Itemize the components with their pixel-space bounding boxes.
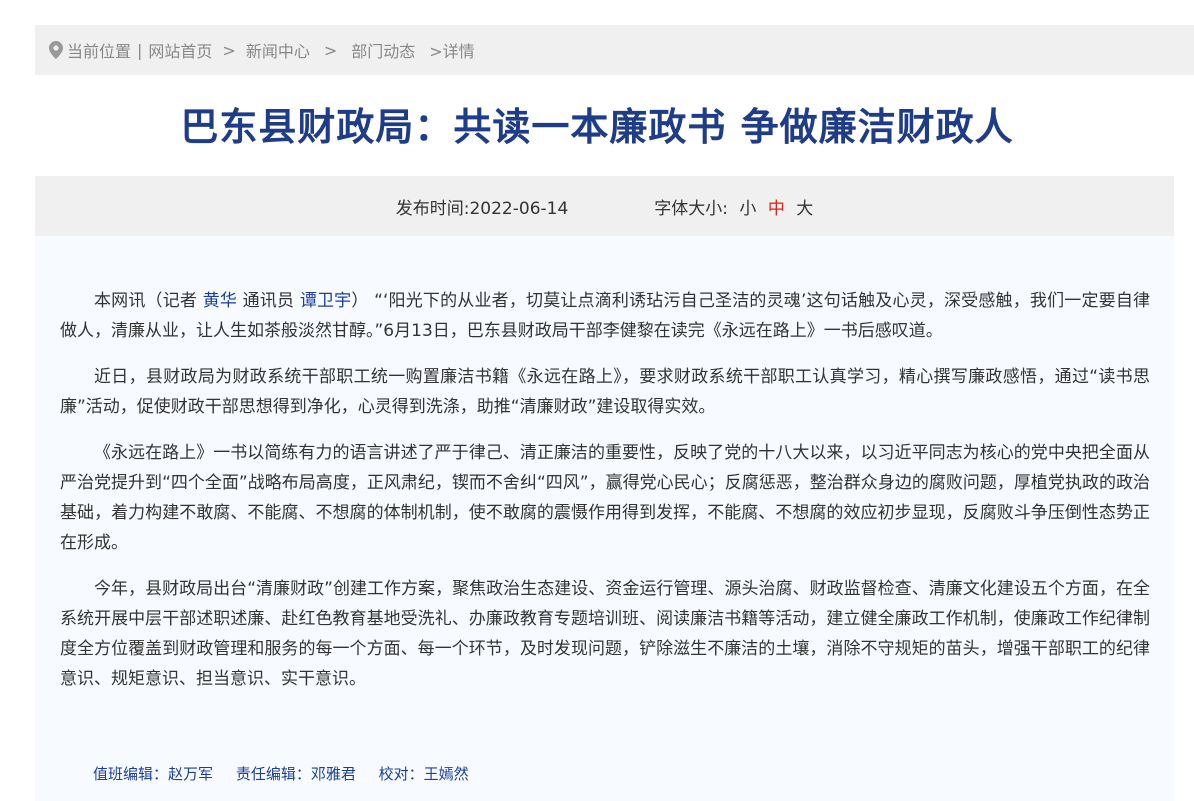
breadcrumb-separator: > [323, 40, 338, 60]
duty-editor-label: 值班编辑： [93, 765, 169, 783]
article-title: 巴东县财政局：共读一本廉政书 争做廉洁财政人 [180, 105, 1014, 149]
publish-date: 2022-06-14 [469, 198, 569, 219]
publish-date-label: 发布时间: [395, 198, 470, 219]
breadcrumb: 当前位置 | 网站首页 > 新闻中心 > 部门动态 >详情 [35, 25, 1194, 75]
page: 当前位置 | 网站首页 > 新闻中心 > 部门动态 >详情 巴东县财政局：共读一… [0, 0, 1194, 801]
responsible-editor-label: 责任编辑： [235, 765, 311, 783]
responsible-editor-name: 邓雅君 [310, 765, 356, 783]
publish-date-group: 发布时间:2022-06-14 [396, 194, 569, 219]
breadcrumb-divider: | [137, 40, 143, 60]
article-paragraph: 本网讯（记者 黄华 通讯员 谭卫宇） “‘阳光下的从业者，切莫让点滴利诱玷污自己… [60, 286, 1150, 346]
font-size-controls: 字体大小: 小 中 大 [654, 194, 813, 219]
breadcrumb-news-link[interactable]: 新闻中心 [246, 38, 310, 62]
breadcrumb-detail: >详情 [429, 42, 475, 61]
article-paragraph: 《永远在路上》一书以简练有力的语言讲述了严于律己、清正廉洁的重要性，反映了党的十… [60, 443, 1150, 553]
correspondent-link[interactable]: 谭卫宇 [300, 291, 352, 311]
duty-editor-name: 赵万军 [168, 765, 214, 783]
font-size-small-button[interactable]: 小 [739, 199, 756, 219]
article-meta-bar: 发布时间:2022-06-14 字体大小: 小 中 大 [35, 176, 1174, 236]
font-size-medium-button[interactable]: 中 [768, 199, 785, 219]
location-pin-icon [49, 41, 63, 59]
font-size-large-button[interactable]: 大 [796, 199, 813, 219]
breadcrumb-home-link[interactable]: 网站首页 [148, 38, 212, 62]
breadcrumb-current-label: 当前位置 [67, 42, 132, 61]
editor-credits: 值班编辑：赵万军 责任编辑：邓雅君 校对：王嫣然 [93, 763, 469, 784]
reporter-link[interactable]: 黄华 [203, 291, 237, 311]
article-content-area: 本网讯（记者 黄华 通讯员 谭卫宇） “‘阳光下的从业者，切莫让点滴利诱玷污自己… [35, 236, 1174, 801]
font-size-label: 字体大小: [654, 198, 729, 219]
proofreader-name: 王嫣然 [423, 765, 469, 783]
article-paragraph: 近日，县财政局为财政系统干部职工统一购置廉洁书籍《永远在路上》，要求财政系统干部… [60, 367, 1150, 417]
article-body: 本网讯（记者 黄华 通讯员 谭卫宇） “‘阳光下的从业者，切莫让点滴利诱玷污自己… [60, 286, 1150, 710]
proofreader-label: 校对： [378, 765, 424, 783]
paragraph-text: 通讯员 [237, 291, 300, 311]
paragraph-text: 本网讯（记者 [94, 291, 203, 311]
article-paragraph: 今年，县财政局出台“清廉财政”创建工作方案，聚焦政治生态建设、资金运行管理、源头… [60, 579, 1150, 689]
breadcrumb-separator: > [222, 40, 236, 60]
breadcrumb-dept-link[interactable]: 部门动态 [351, 38, 415, 62]
